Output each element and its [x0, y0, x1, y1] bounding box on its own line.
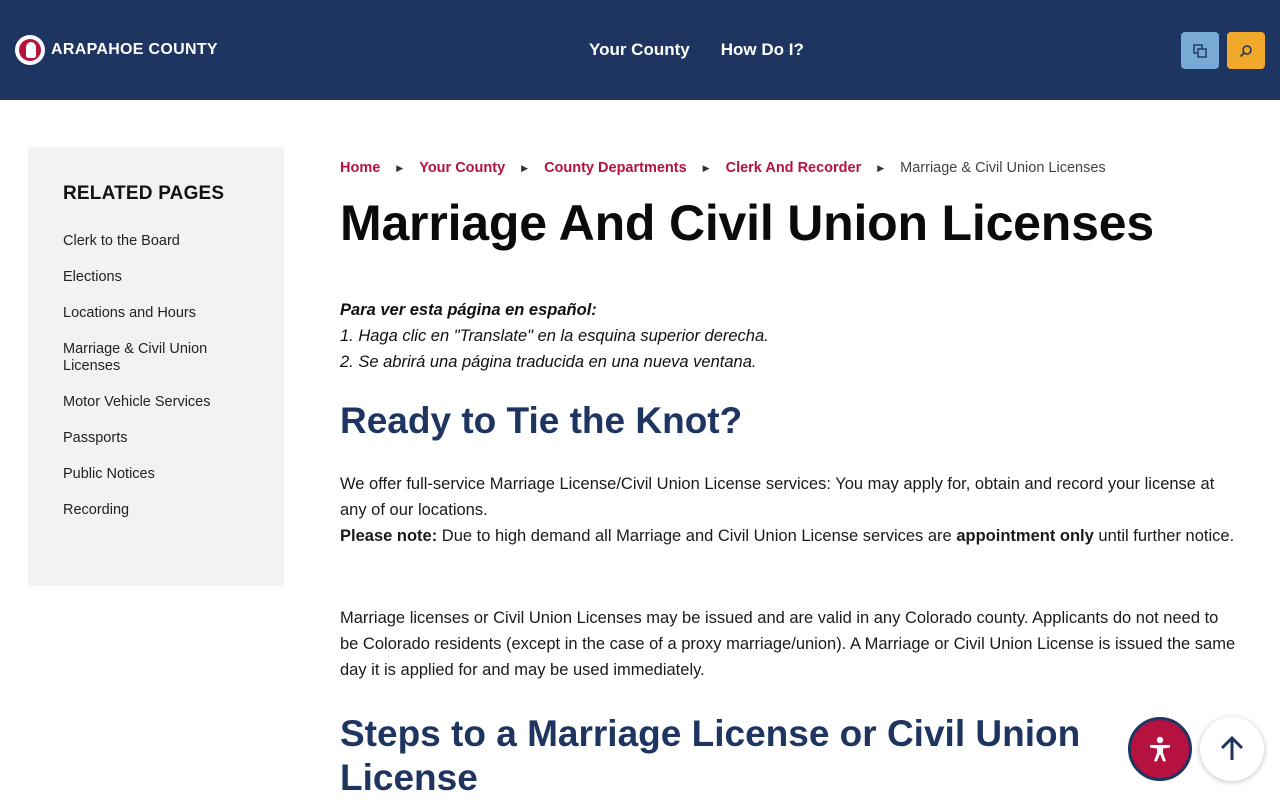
sidebar-item-marriage-licenses[interactable]: Marriage & Civil Union Licenses [63, 341, 253, 375]
breadcrumb: Home ▶ Your County ▶ County Departments … [340, 160, 1106, 176]
list-item: Public Notices [63, 466, 253, 483]
arrow-up-icon [1220, 735, 1244, 760]
list-item: Passports [63, 430, 253, 447]
logo-text: ARAPAHOE COUNTY [51, 41, 218, 58]
section-heading-steps: Steps to a Marriage License or Civil Uni… [340, 713, 1081, 798]
sidebar-item-clerk-to-board[interactable]: Clerk to the Board [63, 233, 253, 250]
breadcrumb-your-county[interactable]: Your County [419, 160, 505, 176]
appointment-only-text: appointment only [956, 527, 1094, 545]
back-to-top-button[interactable] [1200, 717, 1264, 781]
list-item: Locations and Hours [63, 305, 253, 322]
breadcrumb-current: Marriage & Civil Union Licenses [900, 160, 1106, 176]
search-icon [1239, 44, 1252, 57]
accessibility-button[interactable] [1128, 717, 1192, 781]
list-item: Elections [63, 269, 253, 286]
please-note-end: until further notice. [1093, 527, 1235, 545]
page-title: Marriage And Civil Union Licenses [340, 195, 1154, 251]
search-button[interactable] [1227, 32, 1265, 69]
spanish-lead: Para ver esta página en español: [340, 301, 597, 319]
please-note-label: Please note: [340, 527, 438, 545]
sidebar-item-public-notices[interactable]: Public Notices [63, 466, 253, 483]
chevron-right-icon: ▶ [521, 162, 529, 173]
site-header: ARAPAHOE COUNTY Your County How Do I? [0, 0, 1280, 100]
validity-paragraph: Marriage licenses or Civil Union License… [340, 609, 1236, 679]
sidebar-item-elections[interactable]: Elections [63, 269, 253, 286]
county-logo-link[interactable]: ARAPAHOE COUNTY [15, 35, 218, 65]
list-item: Clerk to the Board [63, 233, 253, 250]
breadcrumb-clerk-recorder[interactable]: Clerk And Recorder [726, 160, 862, 176]
chevron-right-icon: ▶ [877, 162, 885, 173]
sidebar-item-passports[interactable]: Passports [63, 430, 253, 447]
translate-button[interactable] [1181, 32, 1219, 69]
main-nav: Your County How Do I? [589, 40, 804, 60]
spanish-line-2: 2. Se abrirá una página traducida en una… [340, 353, 757, 371]
list-item: Marriage & Civil Union Licenses [63, 341, 253, 375]
sidebar-title: RELATED PAGES [63, 183, 225, 204]
section-heading-ready: Ready to Tie the Knot? [340, 400, 743, 441]
related-pages-sidebar: RELATED PAGES Clerk to the Board Electio… [28, 147, 284, 586]
breadcrumb-home[interactable]: Home [340, 160, 380, 176]
sidebar-item-motor-vehicle[interactable]: Motor Vehicle Services [63, 394, 253, 411]
accessibility-icon [1150, 736, 1170, 762]
chevron-right-icon: ▶ [396, 162, 404, 173]
services-text: We offer full-service Marriage License/C… [340, 475, 1215, 519]
spanish-instructions: Para ver esta página en español: 1. Haga… [340, 297, 769, 375]
list-item: Recording [63, 502, 253, 519]
please-note-text: Due to high demand all Marriage and Civi… [437, 527, 957, 545]
nav-your-county[interactable]: Your County [589, 40, 690, 60]
sidebar-item-locations-hours[interactable]: Locations and Hours [63, 305, 253, 322]
translate-icon [1193, 43, 1207, 58]
services-paragraph: We offer full-service Marriage License/C… [340, 471, 1240, 549]
nav-how-do-i[interactable]: How Do I? [721, 40, 804, 60]
chevron-right-icon: ▶ [702, 162, 710, 173]
sidebar-item-recording[interactable]: Recording [63, 502, 253, 519]
spanish-line-1: 1. Haga clic en "Translate" en la esquin… [340, 327, 769, 345]
related-pages-list: Clerk to the Board Elections Locations a… [63, 233, 253, 538]
list-item: Motor Vehicle Services [63, 394, 253, 411]
county-seal-icon [15, 35, 45, 65]
breadcrumb-county-departments[interactable]: County Departments [544, 160, 687, 176]
